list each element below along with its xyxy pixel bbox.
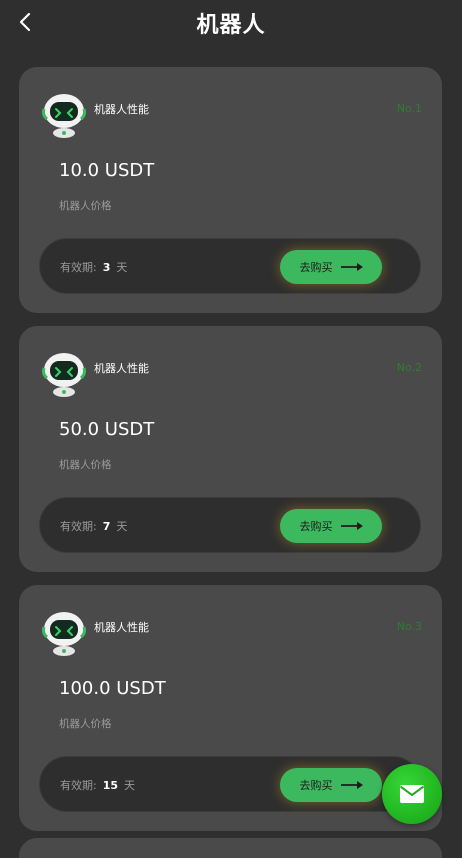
robot-card: 机器人性能 No.2 50.0 USDT 机器人价格 有效期: 7 天 去购买 [19, 326, 442, 572]
robot-performance-label: 机器人性能 [94, 103, 149, 116]
header: 机器人 [0, 0, 462, 48]
buy-button[interactable]: 去购买 [280, 768, 382, 802]
robot-performance-label: 机器人性能 [94, 362, 149, 375]
arrow-right-icon [340, 263, 363, 271]
validity: 有效期: 3 天 [60, 259, 127, 275]
purchase-bar: 有效期: 7 天 去购买 [39, 497, 421, 553]
arrow-right-icon [340, 781, 363, 789]
buy-button-label: 去购买 [299, 261, 333, 274]
validity: 有效期: 15 天 [60, 777, 135, 793]
validity-unit: 天 [116, 261, 128, 274]
validity-days: 15 [102, 779, 119, 792]
validity-days: 3 [102, 261, 111, 274]
buy-button[interactable]: 去购买 [280, 509, 382, 543]
robot-number: No.2 [396, 361, 422, 374]
robot-price: 100.0 USDT [59, 678, 166, 699]
validity-unit: 天 [124, 779, 136, 792]
robot-price: 10.0 USDT [59, 160, 155, 181]
purchase-bar: 有效期: 15 天 去购买 [39, 756, 421, 812]
buy-button[interactable]: 去购买 [280, 250, 382, 284]
robot-number: No.1 [396, 102, 422, 115]
validity-label: 有效期: [60, 779, 97, 792]
validity: 有效期: 7 天 [60, 518, 127, 534]
arrow-right-icon [340, 522, 363, 530]
next-card-edge [19, 838, 442, 858]
buy-button-label: 去购买 [299, 779, 333, 792]
mail-icon [399, 785, 425, 803]
robot-price-label: 机器人价格 [59, 459, 112, 471]
page-title: 机器人 [196, 13, 266, 38]
robot-price: 50.0 USDT [59, 419, 155, 440]
robot-icon [41, 612, 87, 656]
robot-card: 机器人性能 No.1 10.0 USDT 机器人价格 有效期: 3 天 去购买 [19, 67, 442, 313]
buy-button-label: 去购买 [299, 520, 333, 533]
robot-price-label: 机器人价格 [59, 718, 112, 730]
validity-days: 7 [102, 520, 111, 533]
robot-price-label: 机器人价格 [59, 200, 112, 212]
robot-list: 机器人性能 No.1 10.0 USDT 机器人价格 有效期:3天 去购买 [19, 67, 442, 844]
robot-icon [41, 353, 87, 397]
validity-unit: 天 [116, 520, 128, 533]
robot-icon [41, 94, 87, 138]
robot-card: 机器人性能 No.3 100.0 USDT 机器人价格 有效期: 15 天 去购买 [19, 585, 442, 831]
robot-performance-label: 机器人性能 [94, 621, 149, 634]
mail-button[interactable] [382, 764, 442, 824]
purchase-bar: 有效期: 3 天 去购买 [39, 238, 421, 294]
validity-label: 有效期: [60, 520, 97, 533]
validity-label: 有效期: [60, 261, 97, 274]
robot-number: No.3 [396, 620, 422, 633]
